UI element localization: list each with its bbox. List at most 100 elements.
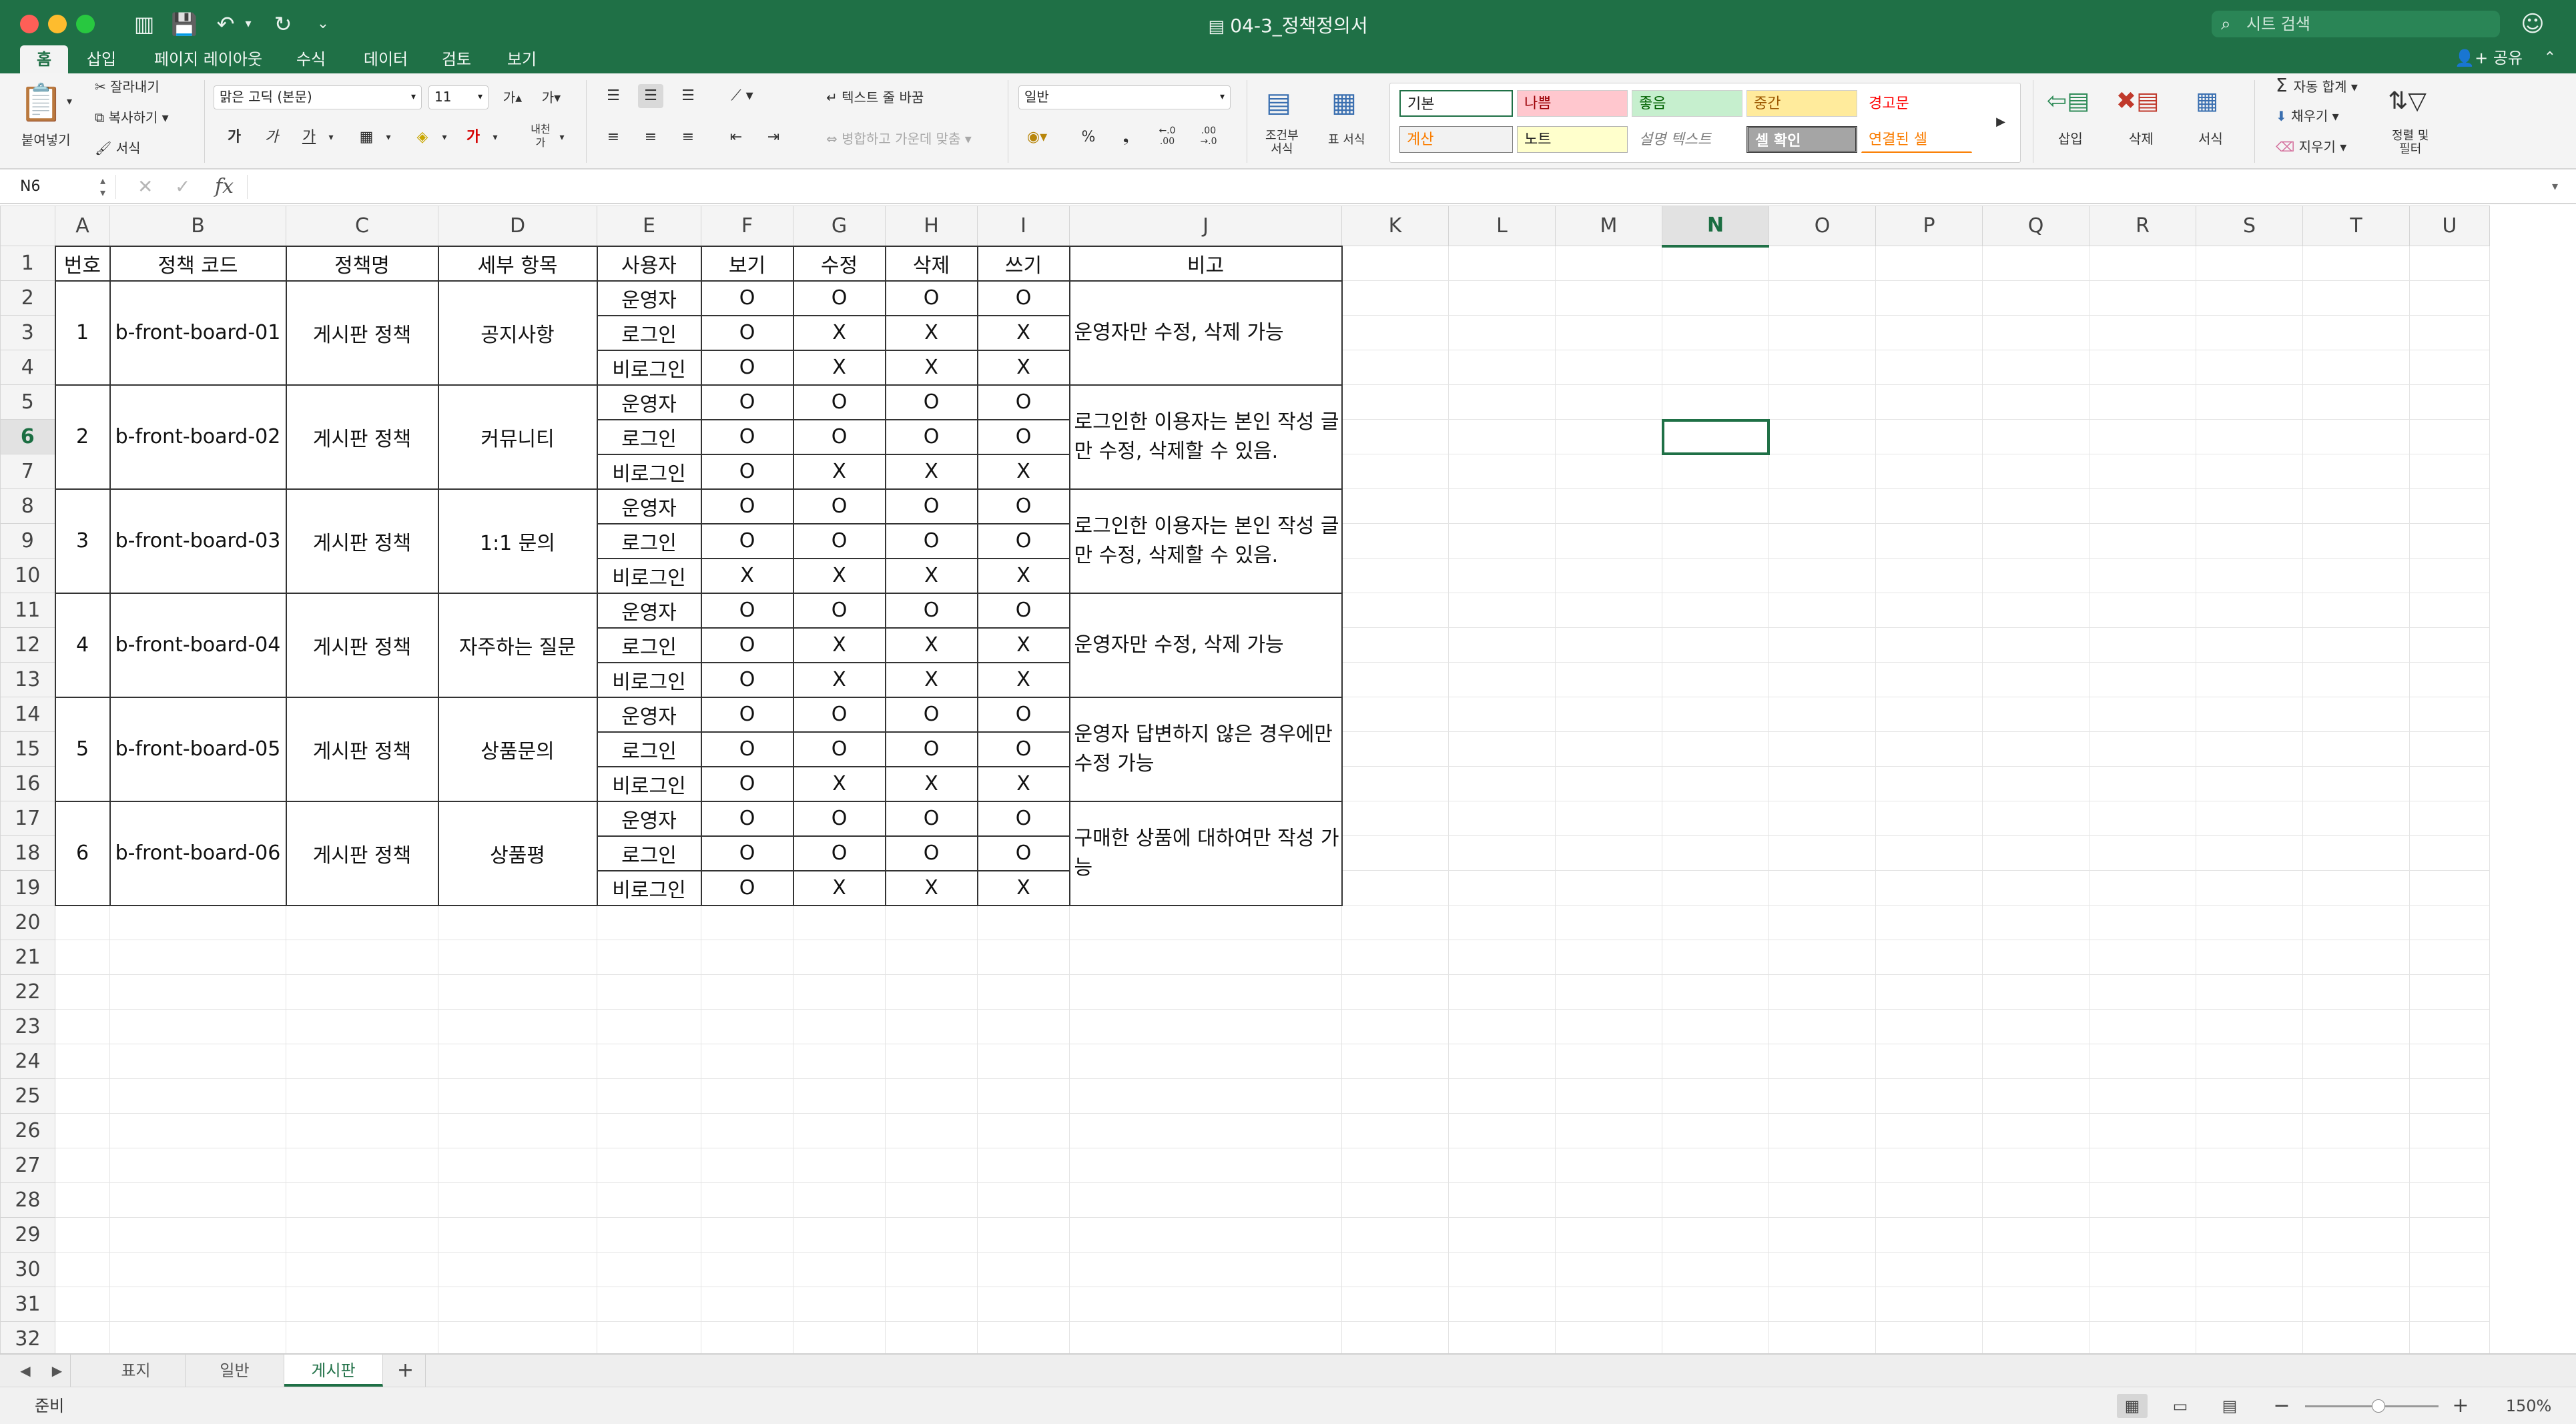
cell[interactable] <box>2089 1044 2196 1079</box>
cell[interactable] <box>2089 315 2196 350</box>
format-cells-icon[interactable]: ▦ <box>2185 83 2229 120</box>
policy-note-cell[interactable]: 운영자만 수정, 삭제 가능 <box>1068 592 1343 698</box>
cell[interactable] <box>2089 1217 2196 1253</box>
cell[interactable] <box>1662 350 1769 385</box>
cell[interactable] <box>2302 384 2410 420</box>
cell[interactable] <box>1069 1113 1342 1148</box>
cell[interactable] <box>438 1321 597 1353</box>
cell[interactable] <box>2196 1078 2303 1114</box>
user-type-cell[interactable]: 운영자 <box>596 696 702 733</box>
cell[interactable] <box>1341 697 1449 732</box>
cell[interactable] <box>701 1321 793 1353</box>
cell[interactable] <box>2409 350 2490 385</box>
cell[interactable] <box>1662 1148 1769 1183</box>
permission-cell[interactable]: X <box>884 765 978 802</box>
permission-cell[interactable]: O <box>884 800 978 837</box>
cell[interactable] <box>1768 697 1876 732</box>
cell[interactable] <box>1341 870 1449 906</box>
increase-font-size-button[interactable]: 가▴ <box>495 85 530 109</box>
cell[interactable] <box>977 1321 1070 1353</box>
cell[interactable] <box>1555 1252 1662 1287</box>
column-header-c[interactable]: C <box>286 206 438 246</box>
cell[interactable] <box>1982 1252 2089 1287</box>
cell[interactable] <box>1875 1044 1983 1079</box>
next-sheet-icon[interactable]: ▶ <box>44 1355 71 1387</box>
cell[interactable] <box>2409 1148 2490 1183</box>
cell[interactable] <box>438 1217 597 1253</box>
cell[interactable] <box>1982 1113 2089 1148</box>
insert-cells-button[interactable]: 삽입 <box>2058 131 2083 147</box>
cell[interactable] <box>1982 974 2089 1010</box>
cell[interactable] <box>977 940 1070 975</box>
cell[interactable] <box>1448 280 1556 316</box>
cell[interactable] <box>1448 246 1556 281</box>
row-header-32[interactable]: 32 <box>0 1321 55 1353</box>
cell[interactable] <box>1875 1113 1983 1148</box>
permission-cell[interactable]: O <box>792 731 886 767</box>
cell[interactable] <box>1662 731 1769 767</box>
permission-cell[interactable]: O <box>976 418 1070 455</box>
collapse-ribbon-icon[interactable]: ⌃ <box>2544 43 2556 73</box>
cell[interactable] <box>1341 1252 1449 1287</box>
row-header-12[interactable]: 12 <box>0 627 55 663</box>
permission-cell[interactable]: X <box>884 453 978 490</box>
cell[interactable] <box>1341 1044 1449 1079</box>
fill-color-button[interactable]: ◈ <box>410 125 435 149</box>
cell[interactable] <box>1768 801 1876 836</box>
user-type-cell[interactable]: 로그인 <box>596 314 702 351</box>
cell[interactable] <box>1341 488 1449 524</box>
permission-cell[interactable]: O <box>884 731 978 767</box>
cell[interactable] <box>1555 1182 1662 1218</box>
align-left-button[interactable]: ≡ <box>601 125 626 149</box>
cell[interactable] <box>2089 1287 2196 1322</box>
add-sheet-button[interactable]: + <box>386 1355 426 1387</box>
cell[interactable] <box>1875 280 1983 316</box>
policy-name-cell[interactable]: 게시판 정책 <box>285 592 439 698</box>
cell[interactable] <box>1875 419 1983 454</box>
cell[interactable] <box>2196 558 2303 593</box>
cell[interactable] <box>2196 593 2303 628</box>
permission-cell[interactable]: O <box>976 592 1070 629</box>
cell[interactable] <box>701 1182 793 1218</box>
user-type-cell[interactable]: 로그인 <box>596 731 702 767</box>
cell-style-bad[interactable]: 나쁨 <box>1517 90 1628 117</box>
page-layout-view-button[interactable]: ▭ <box>2165 1394 2196 1418</box>
column-header-q[interactable]: Q <box>1982 206 2089 246</box>
cell[interactable] <box>1555 697 1662 732</box>
permission-cell[interactable]: O <box>792 696 886 733</box>
row-header-20[interactable]: 20 <box>0 905 55 940</box>
cell[interactable] <box>2196 1287 2303 1322</box>
cell[interactable] <box>2196 627 2303 663</box>
cell[interactable] <box>1875 246 1983 281</box>
cell[interactable] <box>1662 280 1769 316</box>
cell[interactable] <box>2196 384 2303 420</box>
permission-cell[interactable]: X <box>884 349 978 386</box>
cell[interactable] <box>1768 1113 1876 1148</box>
normal-view-button[interactable]: ▦ <box>2117 1394 2148 1418</box>
cell[interactable] <box>1555 454 1662 489</box>
row-header-10[interactable]: 10 <box>0 558 55 593</box>
cell[interactable] <box>109 1078 286 1114</box>
sheet-tab-cover[interactable]: 표지 <box>87 1355 186 1387</box>
row-header-30[interactable]: 30 <box>0 1252 55 1287</box>
cell[interactable] <box>2302 419 2410 454</box>
cell[interactable] <box>2302 697 2410 732</box>
cell[interactable] <box>1448 1252 1556 1287</box>
cell[interactable] <box>1662 1078 1769 1114</box>
cell[interactable] <box>1662 662 1769 697</box>
cell[interactable] <box>1341 940 1449 975</box>
cell[interactable] <box>1662 488 1769 524</box>
permission-cell[interactable]: O <box>976 488 1070 524</box>
tab-data[interactable]: 데이터 <box>354 45 418 73</box>
tab-insert[interactable]: 삽입 <box>80 45 123 73</box>
cell[interactable] <box>2196 1148 2303 1183</box>
font-size-select[interactable]: 11 ▾ <box>428 85 489 109</box>
zoom-level[interactable]: 150% <box>2499 1394 2559 1418</box>
cell[interactable] <box>1341 523 1449 559</box>
cell[interactable] <box>2409 1182 2490 1218</box>
policy-name-cell[interactable]: 게시판 정책 <box>285 488 439 594</box>
insert-function-button[interactable]: fx <box>215 173 234 200</box>
cell[interactable] <box>2409 419 2490 454</box>
cell[interactable] <box>793 1217 886 1253</box>
cell[interactable] <box>1448 974 1556 1010</box>
